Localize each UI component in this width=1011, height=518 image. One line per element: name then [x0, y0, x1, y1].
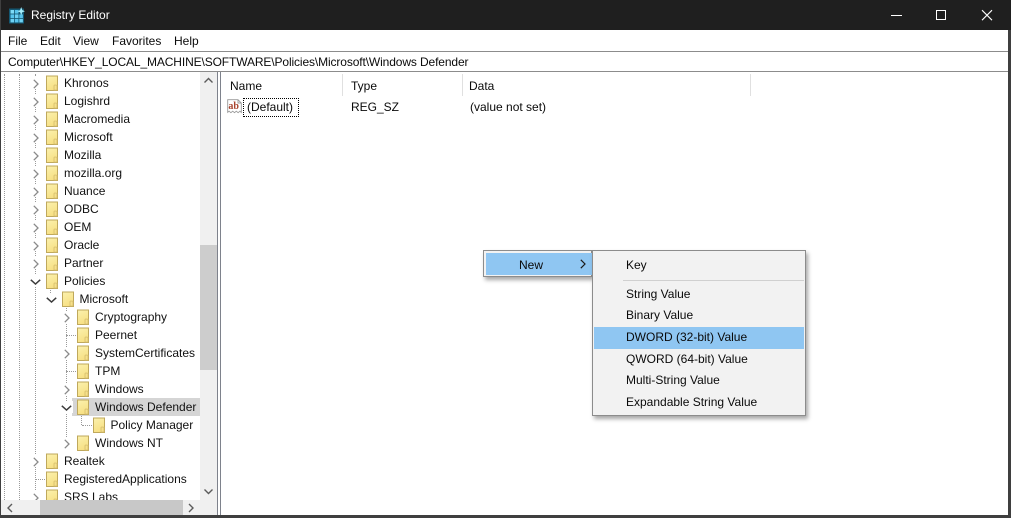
svg-text:ab: ab [228, 101, 239, 112]
